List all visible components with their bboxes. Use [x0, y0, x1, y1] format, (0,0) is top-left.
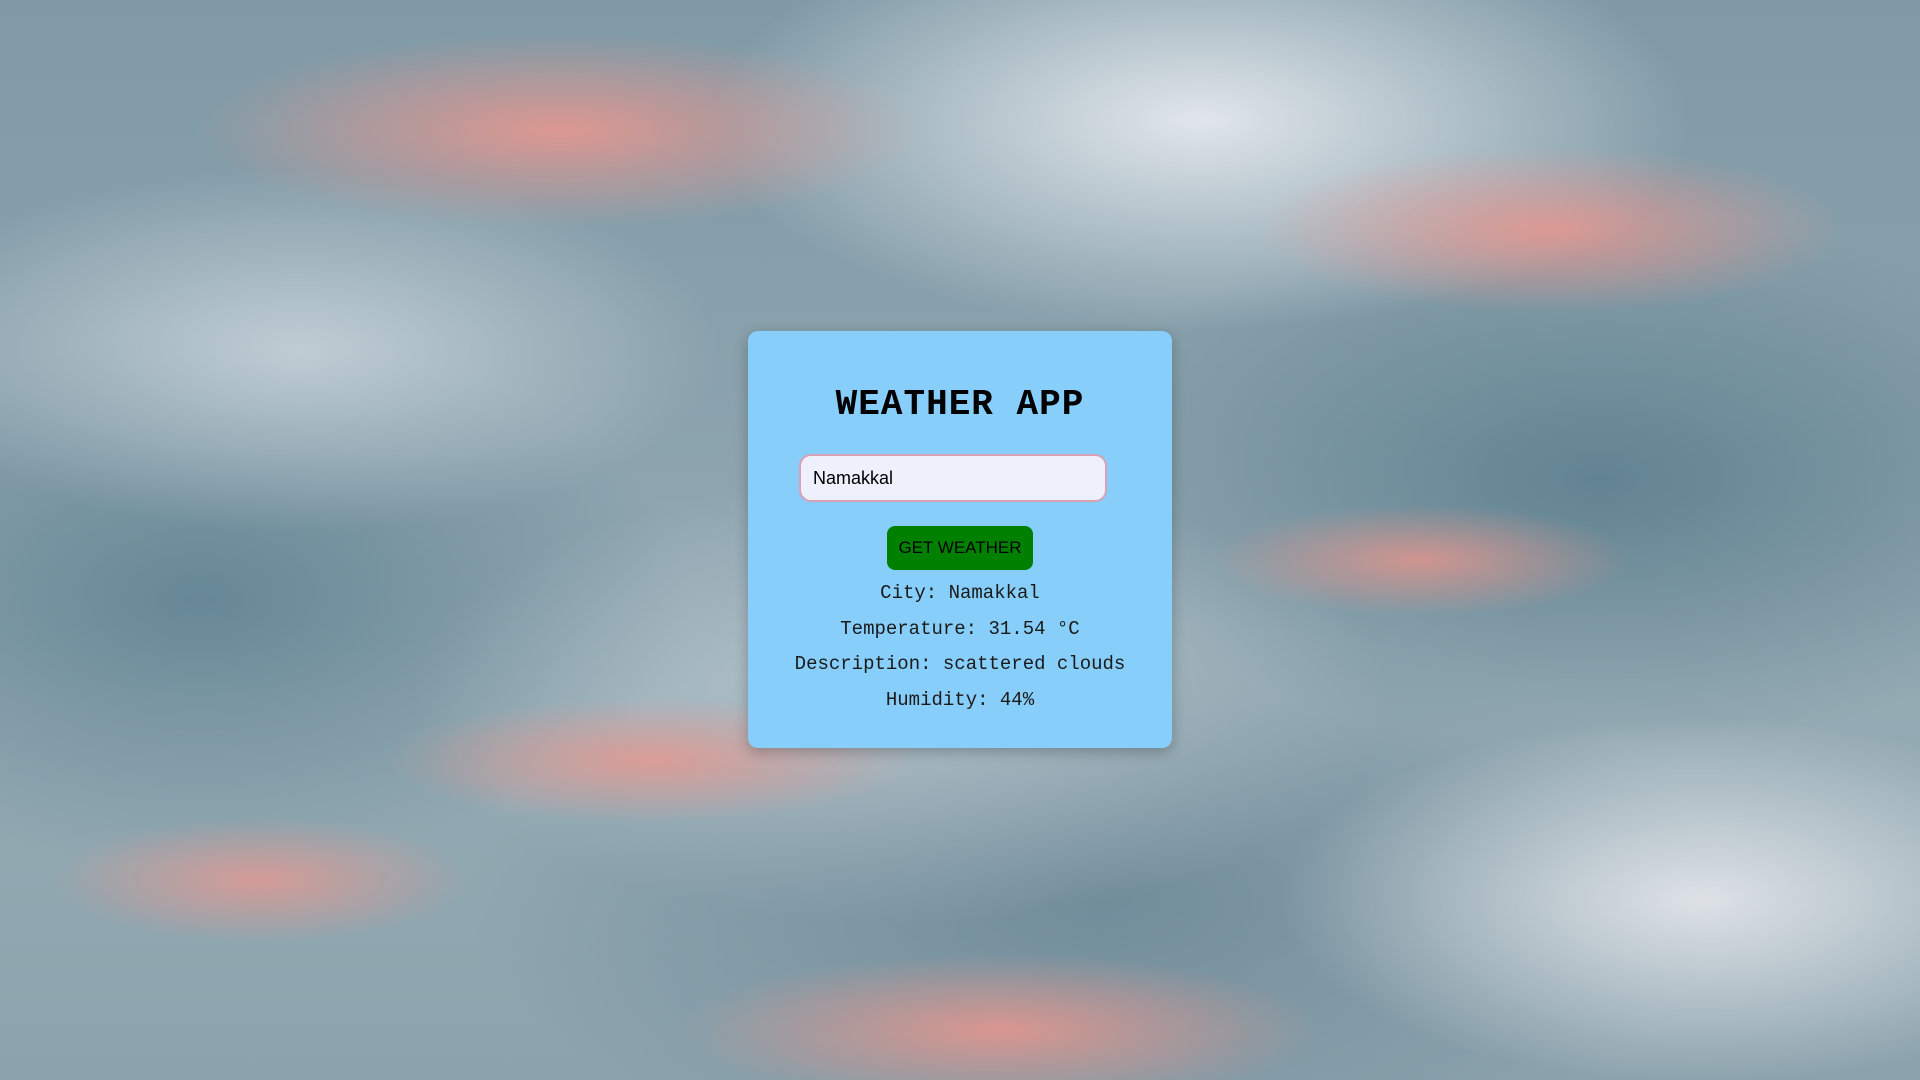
temperature-result: Temperature: 31.54 °C [840, 618, 1080, 640]
app-title: WEATHER APP [835, 384, 1085, 425]
get-weather-button[interactable]: GET WEATHER [887, 526, 1033, 570]
weather-card: WEATHER APP GET WEATHER City: Namakkal T… [748, 331, 1172, 748]
description-result: Description: scattered clouds [794, 653, 1126, 675]
city-input[interactable] [799, 454, 1107, 502]
city-result: City: Namakkal [880, 582, 1040, 604]
humidity-result: Humidity: 44% [885, 689, 1035, 711]
